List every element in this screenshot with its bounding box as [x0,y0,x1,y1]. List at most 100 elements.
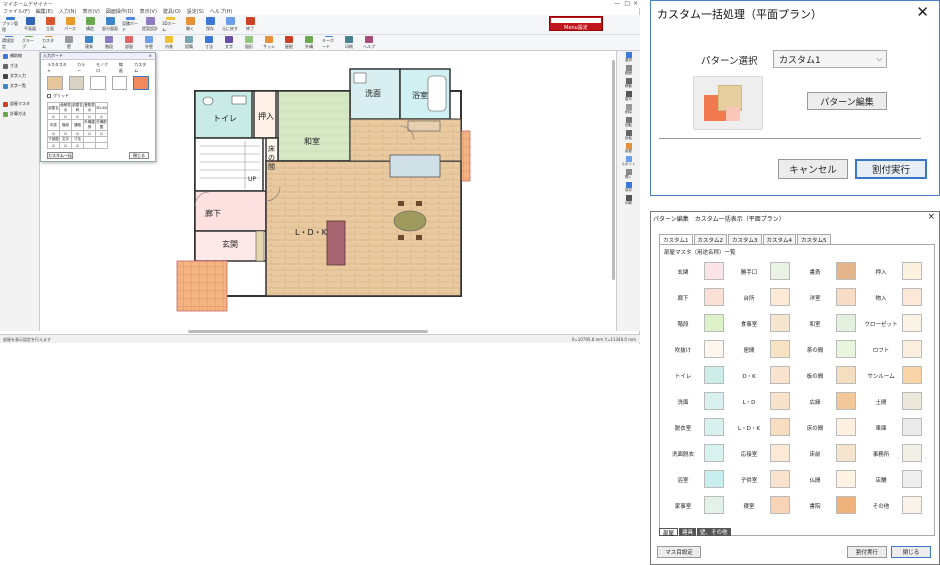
pattern-select[interactable]: カスタム1 ⌵ [773,50,887,68]
room-texture-swatch[interactable] [836,340,856,358]
menu-item[interactable]: ファイル(F) [3,8,30,15]
dialog2-execute-button[interactable]: 割付実行 [847,546,887,558]
ribbon-button[interactable]: 保存 [202,15,218,33]
room-texture-swatch[interactable] [902,262,922,280]
room-master-item[interactable]: トイレ [664,364,730,390]
tool-button[interactable]: 屋根 [282,35,296,50]
palette-checkbox[interactable]: ☑ [59,142,72,149]
room-master-item[interactable]: ロフト [862,338,928,364]
menu-item[interactable]: 建具(O) [163,8,181,15]
right-panel-item[interactable]: 範囲 [617,64,640,77]
left-panel-item[interactable]: 補助線 [0,51,39,61]
tatami-room[interactable] [277,90,351,162]
right-panel-item[interactable]: 部屋 [617,142,640,155]
room-master-item[interactable]: 家事室 [664,494,730,520]
room-texture-swatch[interactable] [770,262,790,280]
room-master-item[interactable]: 勝手口 [730,260,796,286]
ribbon-button[interactable]: パース [62,15,78,33]
room-texture-swatch[interactable] [836,418,856,436]
tool-button[interactable]: 外壁 [142,35,156,50]
room-master-item[interactable]: 子供室 [730,468,796,494]
tool-button[interactable]: 環境設定 [2,35,16,50]
palette-custom-button[interactable]: カスタム一括 [47,152,73,159]
tool-button[interactable]: キーボード [322,35,336,50]
room-texture-swatch[interactable] [770,340,790,358]
room-master-item[interactable]: 押入 [862,260,928,286]
right-panel-item[interactable]: 複写 [617,90,640,103]
room-texture-swatch[interactable] [704,496,724,514]
mask-settings-button[interactable]: マス目設定 [657,546,701,558]
tool-button[interactable]: 文字 [222,35,236,50]
room-texture-swatch[interactable] [770,392,790,410]
palette-tab[interactable]: ラスタスキャ [47,62,69,74]
room-master-item[interactable]: 仏間 [796,468,862,494]
menu-item[interactable]: 表示(V) [140,8,157,15]
room-master-item[interactable]: その他 [862,494,928,520]
ribbon-button[interactable]: 構造 [82,15,98,33]
menu-item[interactable]: 入力(N) [59,8,77,15]
room-master-item[interactable]: 寝室 [730,494,796,520]
room-master-item[interactable]: 玄関 [664,260,730,286]
right-panel-item[interactable]: 移動 [617,77,640,90]
menu-item[interactable]: ヘルプ(H) [210,8,233,15]
menu-item[interactable]: 表示(V) [83,8,100,15]
room-master-item[interactable]: 階段 [664,312,730,338]
room-texture-swatch[interactable] [770,418,790,436]
room-texture-swatch[interactable] [902,470,922,488]
room-master-item[interactable]: 土間 [862,390,928,416]
tool-button[interactable]: 印刷 [342,35,356,50]
vertical-scrollbar[interactable] [612,60,615,280]
room-texture-swatch[interactable] [836,288,856,306]
palette-close-icon[interactable]: × [149,53,152,58]
tool-button[interactable]: 設備 [182,35,196,50]
room-master-item[interactable]: 廊下 [664,286,730,312]
room-master-item[interactable]: 板の間 [796,364,862,390]
right-panel-item[interactable]: 回転 [617,116,640,129]
room-texture-swatch[interactable] [770,366,790,384]
palette-checkbox[interactable]: ☑ [47,142,60,149]
room-master-item[interactable]: 食事室 [730,312,796,338]
category-tab[interactable]: 部屋 [659,528,679,537]
room-master-item[interactable]: L・D [730,390,796,416]
tool-button[interactable]: 建具 [82,35,96,50]
room-master-item[interactable]: 床前 [796,442,862,468]
room-texture-swatch[interactable] [770,444,790,462]
palette-tab[interactable]: 線画 [119,62,126,74]
room-texture-swatch[interactable] [902,392,922,410]
ribbon-button[interactable]: 立面 [42,15,58,33]
tool-button[interactable]: 部屋 [122,35,136,50]
room-master-item[interactable]: クローゼット [862,312,928,338]
maximize-icon[interactable]: □ [624,0,630,7]
line-swatch[interactable] [111,76,128,90]
room-texture-swatch[interactable] [836,444,856,462]
ribbon-button[interactable]: プラン管理 [2,15,18,33]
ribbon-button[interactable]: 元に戻す [222,15,238,33]
room-master-item[interactable]: L・D・K [730,416,796,442]
room-texture-swatch[interactable] [836,496,856,514]
room-texture-swatch[interactable] [836,262,856,280]
room-texture-swatch[interactable] [770,470,790,488]
mono-swatch[interactable] [90,76,106,90]
ribbon-button[interactable]: 部分図面 [102,15,118,33]
room-texture-swatch[interactable] [770,288,790,306]
category-tab[interactable]: 建具 [679,528,697,536]
tool-button[interactable]: サッシ [262,35,276,50]
tool-button[interactable]: カスタム [42,35,56,50]
palette-tab[interactable]: カスタム [134,62,149,74]
room-master-item[interactable]: D・K [730,364,796,390]
room-master-item[interactable]: 和室 [796,312,862,338]
room-texture-swatch[interactable] [902,288,922,306]
room-texture-swatch[interactable] [902,314,922,332]
menu-settings-button[interactable]: Menu設定 [549,16,603,31]
room-master-item[interactable]: 書院 [796,494,862,520]
assign-execute-button[interactable]: 割付実行 [855,159,927,179]
menu-item[interactable]: 編集(E) [36,8,53,15]
room-texture-swatch[interactable] [902,418,922,436]
room-master-item[interactable]: 吹抜け [664,338,730,364]
room-texture-swatch[interactable] [704,340,724,358]
palette-close-button[interactable]: 閉じる [129,152,149,159]
ribbon-button[interactable]: 見積ボード [122,15,138,33]
room-master-item[interactable]: 物入 [862,286,928,312]
left-panel-item[interactable]: 文字一覧 [0,81,39,91]
room-master-item[interactable]: 床の間 [796,416,862,442]
